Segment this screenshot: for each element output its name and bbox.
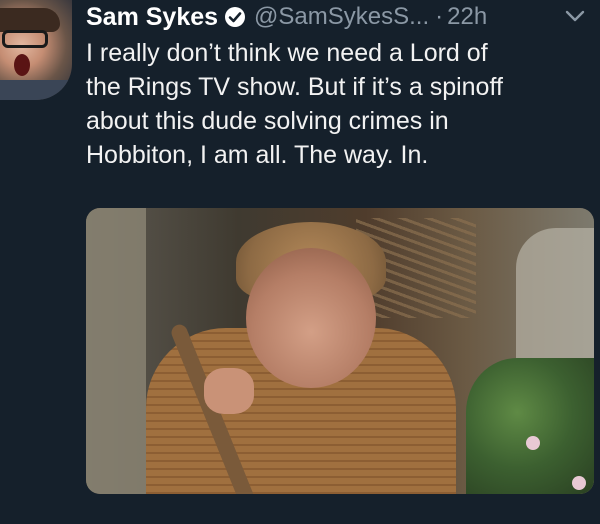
media-flower (526, 436, 540, 450)
separator-dot: · (435, 3, 444, 30)
verified-badge-icon (224, 6, 246, 28)
avatar[interactable] (0, 0, 72, 100)
media-plant (466, 358, 594, 494)
tweet-media-image[interactable] (86, 208, 594, 494)
chevron-down-icon[interactable] (564, 8, 586, 24)
media-person-face (246, 248, 376, 388)
media-flower (572, 476, 586, 490)
user-handle[interactable]: @SamSykesS... (254, 3, 429, 31)
avatar-hair (0, 8, 60, 32)
avatar-glasses (2, 30, 48, 48)
timestamp[interactable]: 22h (447, 3, 487, 31)
media-window (516, 228, 594, 378)
display-name[interactable]: Sam Sykes (86, 3, 218, 32)
media-person-hand (204, 368, 254, 414)
tweet: Sam Sykes @SamSykesS... · 22h I really d… (0, 0, 600, 524)
avatar-mouth (14, 54, 30, 76)
tweet-header: Sam Sykes @SamSykesS... · 22h (86, 2, 487, 32)
avatar-shirt (0, 80, 72, 100)
tweet-text: I really don’t think we need a Lord of t… (86, 39, 503, 169)
media-door (86, 208, 146, 494)
